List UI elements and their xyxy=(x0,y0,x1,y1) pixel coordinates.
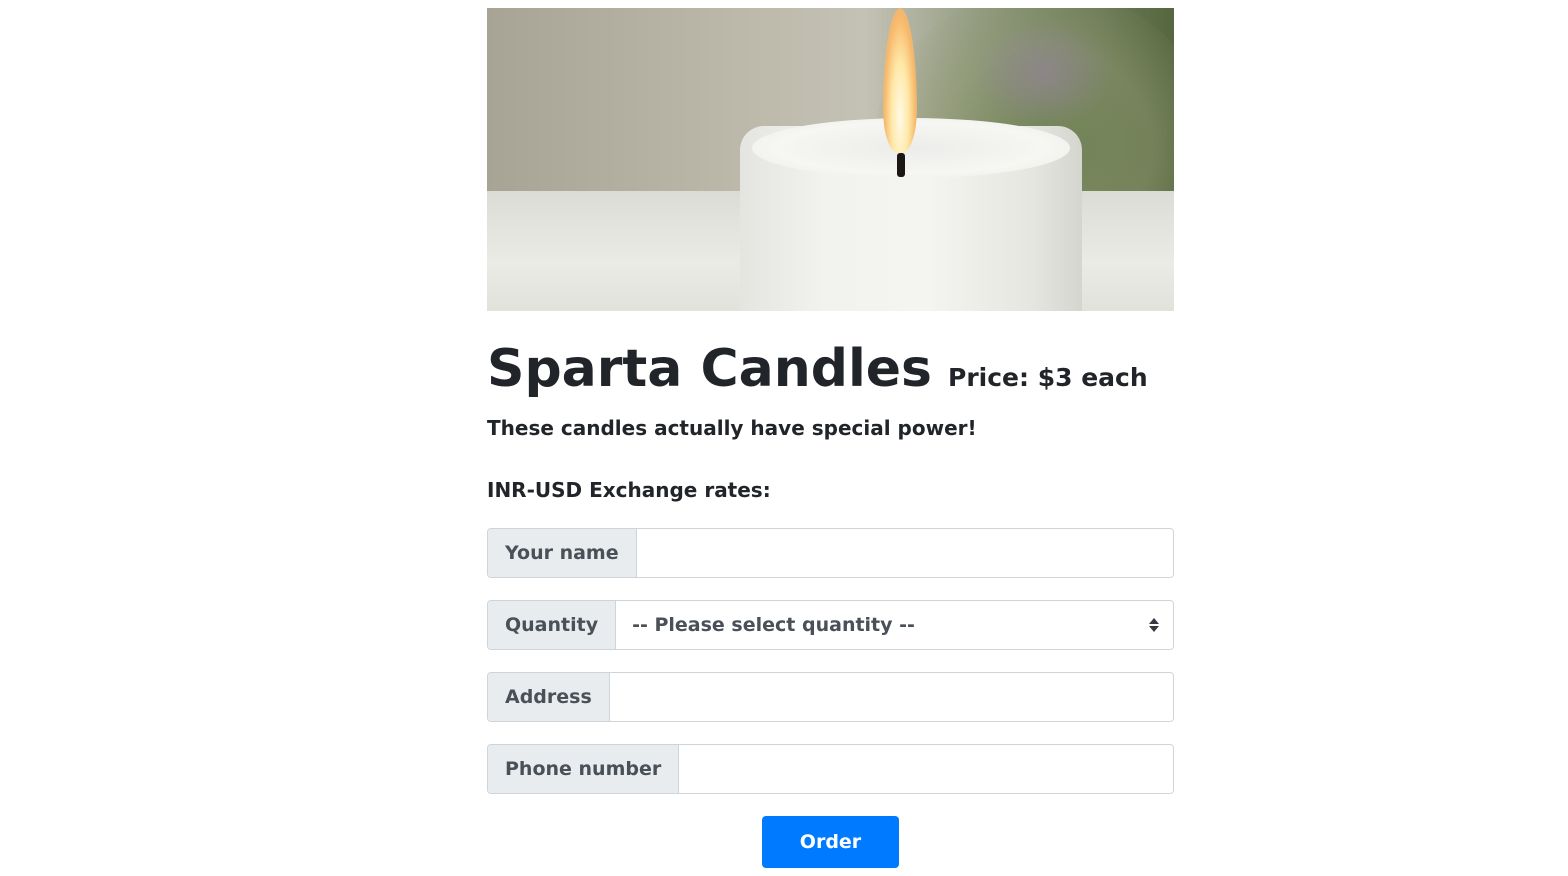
phone-label: Phone number xyxy=(488,745,680,794)
candle-wick xyxy=(897,153,905,177)
name-input-group: Your name xyxy=(487,528,1174,579)
name-input[interactable] xyxy=(636,529,1173,578)
select-arrows-icon xyxy=(1149,618,1159,633)
address-input[interactable] xyxy=(609,673,1173,722)
price-label: Price: $3 each xyxy=(948,363,1148,392)
quantity-label: Quantity xyxy=(488,601,617,650)
candle-flame xyxy=(883,8,917,153)
title-row: Sparta Candles Price: $3 each xyxy=(487,339,1174,399)
quantity-input-group: Quantity -- Please select quantity -- xyxy=(487,600,1174,651)
address-input-group: Address xyxy=(487,672,1174,723)
candle-image xyxy=(487,8,1174,311)
exchange-rates-label: INR-USD Exchange rates: xyxy=(487,478,771,503)
quantity-selected-value: -- Please select quantity -- xyxy=(632,614,915,637)
quantity-select[interactable]: -- Please select quantity -- xyxy=(616,601,1173,650)
order-button-row: Order xyxy=(487,816,1174,869)
phone-input-group: Phone number xyxy=(487,744,1174,795)
product-description: These candles actually have special powe… xyxy=(487,416,977,441)
page-title: Sparta Candles xyxy=(487,339,932,399)
name-label: Your name xyxy=(488,529,637,578)
product-page: Sparta Candles Price: $3 each These cand… xyxy=(487,8,1174,869)
phone-input[interactable] xyxy=(679,745,1173,794)
background-flower xyxy=(974,18,1114,128)
order-button[interactable]: Order xyxy=(762,816,899,869)
address-label: Address xyxy=(488,673,610,722)
